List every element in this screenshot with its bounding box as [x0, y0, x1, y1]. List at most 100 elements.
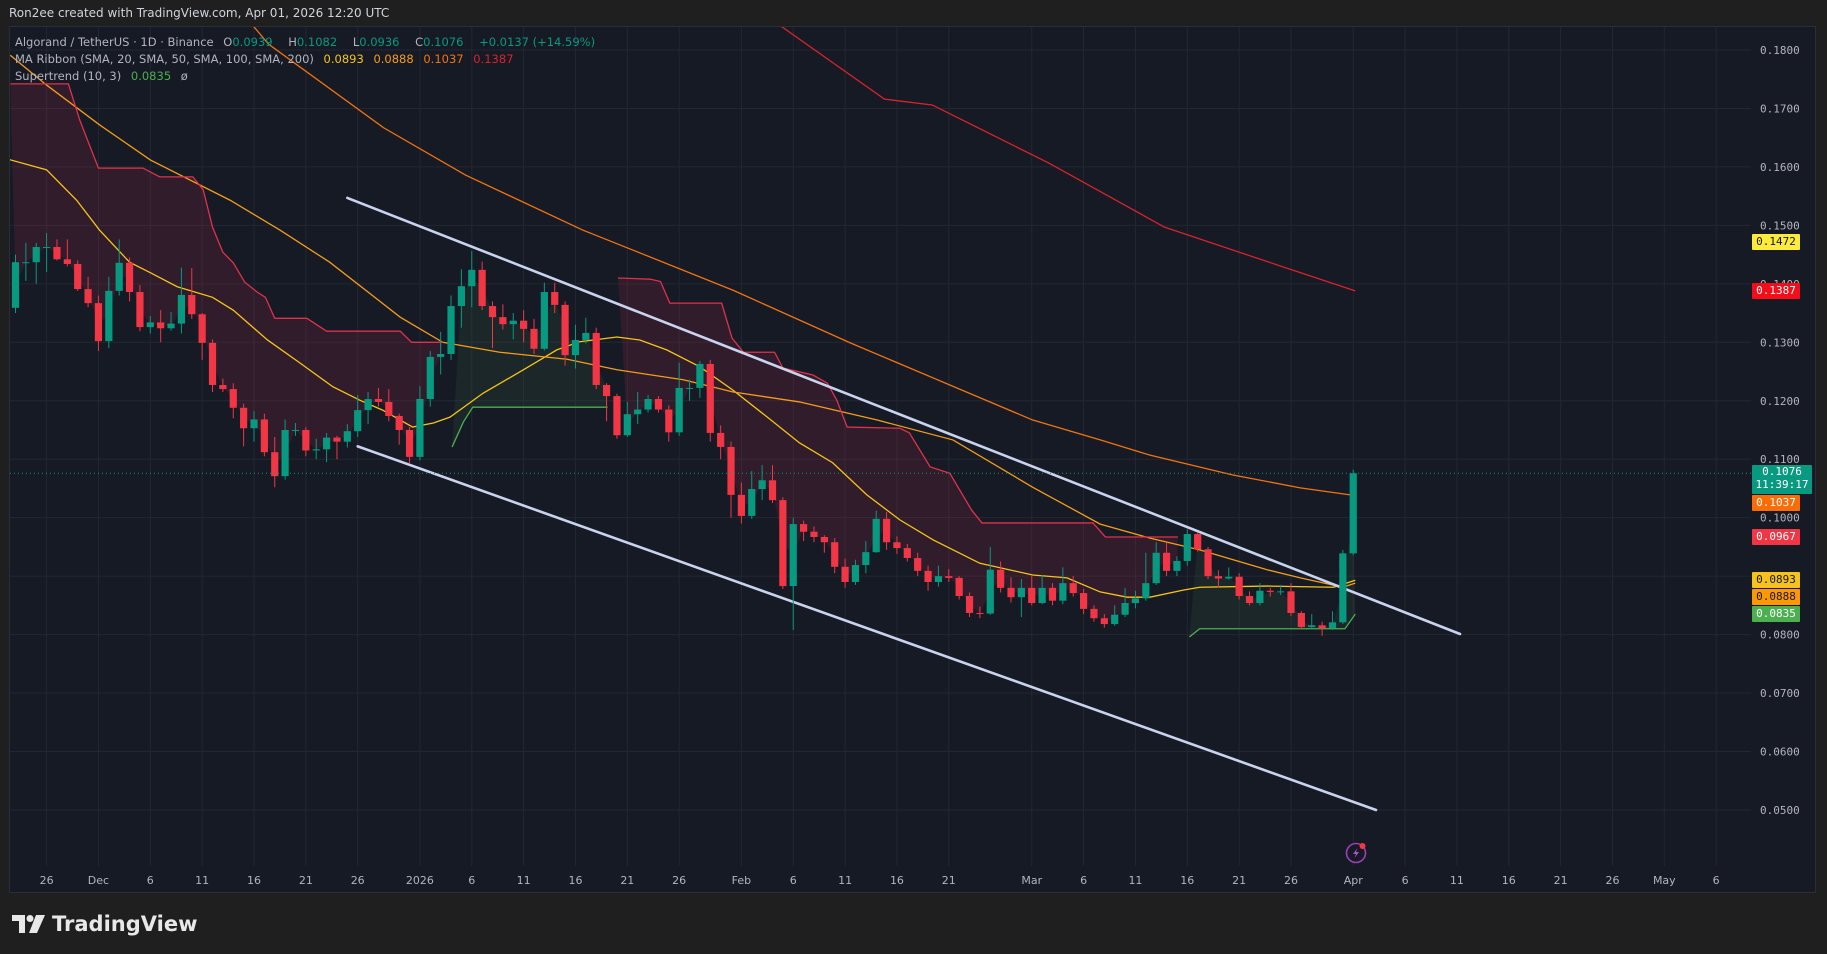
candle-body: [1173, 561, 1180, 571]
ma-ribbon-title: MA Ribbon (SMA, 20, SMA, 50, SMA, 100, S…: [15, 52, 314, 66]
candle-bullish: [447, 296, 454, 360]
candle-body: [292, 430, 299, 431]
date-tick-label: 11: [517, 874, 531, 887]
legend-ma-ribbon-row[interactable]: MA Ribbon (SMA, 20, SMA, 50, SMA, 100, S…: [15, 52, 520, 66]
date-tick-label: 11: [195, 874, 209, 887]
price-tick-label: 0.0600: [1760, 746, 1800, 759]
open-value: 0.0939: [232, 35, 272, 49]
candle-body: [1080, 593, 1087, 609]
price-tick-label: 0.1300: [1760, 336, 1800, 349]
candle-bearish: [966, 593, 973, 618]
candle-body: [458, 286, 465, 306]
candle-body: [1194, 534, 1201, 549]
candle-body: [22, 262, 29, 263]
candle-body: [199, 314, 206, 343]
candle-body: [323, 438, 330, 450]
candle-body: [447, 306, 454, 354]
date-tick-label: 2026: [406, 874, 434, 887]
candle-bearish: [956, 576, 963, 599]
date-tick-label: 6: [1402, 874, 1409, 887]
price-tick-label: 0.1000: [1760, 512, 1800, 525]
candle-body: [178, 295, 185, 324]
price-label: 0.1037: [1752, 495, 1800, 511]
price-label-value: 0.1387: [1756, 284, 1796, 297]
candle-body: [105, 291, 112, 341]
date-tick-label: 26: [1605, 874, 1619, 887]
date-tick-label: 26: [40, 874, 54, 887]
candle-bearish: [530, 319, 537, 354]
candle-body: [1132, 598, 1139, 603]
candle-body: [935, 576, 942, 582]
candle-body: [572, 340, 579, 355]
candle-body: [520, 321, 527, 329]
candle-body: [1090, 609, 1097, 618]
candle-body: [779, 500, 786, 586]
date-tick-label: 6: [147, 874, 154, 887]
tradingview-logo[interactable]: TradingView: [12, 912, 197, 936]
candle-body: [1121, 603, 1128, 615]
legend-supertrend-row[interactable]: Supertrend (10, 3) 0.0835 ø: [15, 69, 194, 83]
candle-bearish: [593, 328, 600, 389]
candle-body: [1184, 534, 1191, 561]
candle-body: [1215, 576, 1222, 578]
sma100-value: 0.1037: [423, 52, 463, 66]
candle-body: [136, 292, 143, 327]
high-label: H: [288, 35, 297, 49]
candle-bullish: [1225, 567, 1232, 579]
symbol-title: Algorand / TetherUS · 1D · Binance: [15, 35, 214, 49]
candle-body: [43, 247, 50, 248]
candle-body: [84, 289, 91, 303]
candle-body: [1142, 583, 1149, 598]
candle-body: [12, 262, 19, 308]
candle-body: [188, 295, 195, 314]
candle-body: [956, 578, 963, 596]
price-label: 0.0835: [1752, 606, 1800, 622]
candle-bearish: [333, 436, 340, 459]
candle-body: [1101, 618, 1108, 624]
candle-body: [489, 306, 496, 317]
price-chart[interactable]: 0.18000.17000.16000.15000.14000.13000.12…: [0, 0, 1827, 954]
candle-bearish: [199, 313, 206, 360]
candle-body: [987, 570, 994, 614]
plot-area: [0, 0, 1751, 810]
candle-body: [748, 489, 755, 516]
candle-body: [603, 385, 610, 396]
candle-body: [1111, 615, 1118, 624]
price-label: 0.0893: [1752, 572, 1800, 588]
candle-body: [1039, 588, 1046, 603]
candle-body: [593, 333, 600, 385]
candle-bearish: [821, 535, 828, 553]
sma50-value: 0.0888: [373, 52, 413, 66]
low-value: 0.0936: [359, 35, 399, 49]
price-label: 0.1387: [1752, 283, 1800, 299]
candle-body: [313, 449, 320, 450]
candle-body: [665, 410, 672, 433]
sma200-line: [752, 0, 1356, 291]
candle-body: [1225, 577, 1232, 579]
candle-body: [437, 354, 444, 357]
candle-body: [282, 430, 289, 476]
price-label: 0.0967: [1752, 529, 1800, 545]
price-tick-label: 0.1800: [1760, 44, 1800, 57]
lightning-alert-icon[interactable]: [1347, 843, 1366, 863]
candle-body: [333, 438, 340, 442]
candle-bullish: [427, 351, 434, 407]
candle-bullish: [541, 283, 548, 351]
date-tick-label: 6: [1713, 874, 1720, 887]
candle-body: [1298, 613, 1305, 627]
candle-body: [1204, 549, 1211, 576]
candle-body: [1028, 588, 1035, 603]
bar-countdown: 11:39:17: [1752, 478, 1812, 491]
candle-bearish: [1204, 547, 1211, 579]
candle-bullish: [1350, 470, 1357, 555]
candle-body: [904, 548, 911, 558]
candle-body: [686, 388, 693, 389]
price-label: 0.107611:39:17: [1752, 465, 1812, 494]
candle-body: [468, 270, 475, 286]
date-tick-label: 21: [1554, 874, 1568, 887]
candle-bearish: [1287, 583, 1294, 616]
price-label: 0.1472: [1752, 234, 1800, 250]
candle-body: [33, 247, 40, 262]
candle-body: [644, 399, 651, 410]
candle-body: [64, 259, 71, 264]
